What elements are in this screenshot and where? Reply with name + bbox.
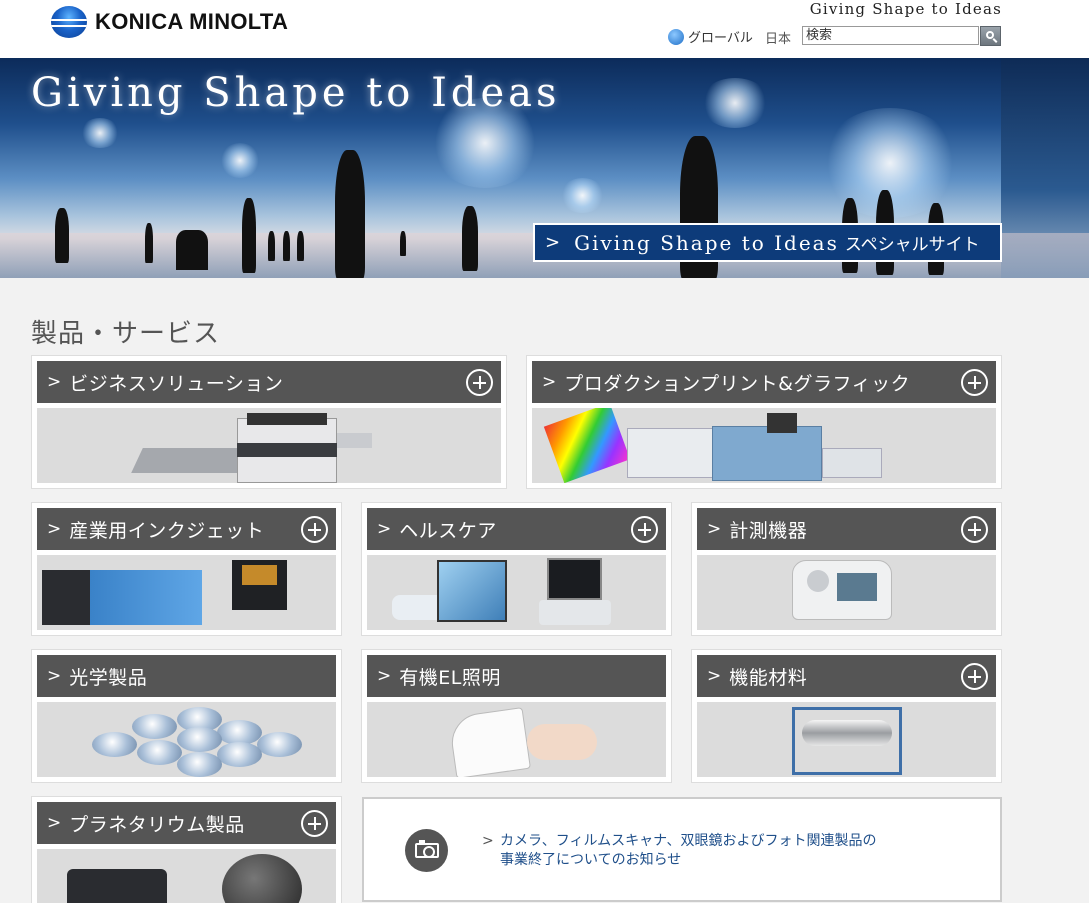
expand-plus-icon[interactable] xyxy=(631,516,658,543)
brand-name: KONICA MINOLTA xyxy=(95,9,289,34)
card-header[interactable]: > 機能材料 xyxy=(697,655,996,697)
card-label: 機能材料 xyxy=(729,666,808,689)
search-button[interactable] xyxy=(980,26,1001,46)
card-industrial-inkjet[interactable]: > 産業用インクジェット xyxy=(31,502,342,636)
card-header[interactable]: > ビジネスソリューション xyxy=(37,361,501,403)
card-label: プラネタリウム製品 xyxy=(69,813,245,836)
card-label: 光学製品 xyxy=(69,666,148,689)
product-image-healthcare-devices xyxy=(367,555,666,630)
special-site-link-label: Giving Shape to Ideas xyxy=(574,230,839,255)
chevron-right-icon: > xyxy=(545,232,561,253)
product-image-spectrophotometer xyxy=(697,555,996,630)
card-header[interactable]: > プラネタリウム製品 xyxy=(37,802,336,844)
card-label: プロダクションプリント&グラフィック xyxy=(564,372,911,395)
card-header[interactable]: > プロダクションプリント&グラフィック xyxy=(532,361,996,403)
card-header[interactable]: > 有機EL照明 xyxy=(367,655,666,697)
chevron-right-icon: > xyxy=(377,519,392,539)
card-label: 有機EL照明 xyxy=(399,666,501,689)
card-label: ビジネスソリューション xyxy=(69,372,284,395)
card-healthcare[interactable]: > ヘルスケア xyxy=(361,502,672,636)
card-label: ヘルスケア xyxy=(399,519,497,542)
camera-icon xyxy=(405,829,448,872)
chevron-right-icon: > xyxy=(707,666,722,686)
chevron-right-icon: > xyxy=(707,519,722,539)
product-image-film-roll xyxy=(697,702,996,777)
card-label: 産業用インクジェット xyxy=(69,519,265,542)
expand-plus-icon[interactable] xyxy=(301,810,328,837)
card-oled-lighting[interactable]: > 有機EL照明 xyxy=(361,649,672,783)
card-header[interactable]: > ヘルスケア xyxy=(367,508,666,550)
card-production-print[interactable]: > プロダクションプリント&グラフィック xyxy=(526,355,1002,489)
search-input[interactable]: 検索 xyxy=(802,26,979,45)
chevron-right-icon: > xyxy=(47,519,62,539)
product-image-planetarium-projector xyxy=(37,849,336,903)
card-business-solutions[interactable]: > ビジネスソリューション xyxy=(31,355,507,489)
expand-plus-icon[interactable] xyxy=(301,516,328,543)
product-image-oled-panel xyxy=(367,702,666,777)
product-image-lenses xyxy=(37,702,336,777)
card-optical-products[interactable]: > 光学製品 xyxy=(31,649,342,783)
search-icon xyxy=(985,31,994,39)
country-label: 日本 xyxy=(765,32,792,47)
global-link-label: グローバル xyxy=(688,31,753,46)
chevron-right-icon: > xyxy=(47,813,62,833)
globe-icon xyxy=(668,28,684,45)
card-functional-materials[interactable]: > 機能材料 xyxy=(691,649,1002,783)
card-header[interactable]: > 計測機器 xyxy=(697,508,996,550)
product-image-inkjet-press xyxy=(37,555,336,630)
expand-plus-icon[interactable] xyxy=(961,663,988,690)
brand-logo[interactable]: KONICA MINOLTA xyxy=(51,6,288,38)
expand-plus-icon[interactable] xyxy=(961,516,988,543)
chevron-right-icon: > xyxy=(542,372,557,392)
chevron-right-icon: > xyxy=(47,372,62,392)
product-image-production-printer xyxy=(532,408,996,483)
special-site-link[interactable]: > Giving Shape to Ideas スペシャルサイト xyxy=(533,223,1002,262)
global-link[interactable]: グローバル xyxy=(668,27,753,46)
special-site-link-suffix: スペシャルサイト xyxy=(844,235,980,255)
notice-line-1: カメラ、フィルムスキャナ、双眼鏡およびフォト関連製品の xyxy=(500,833,877,849)
card-header[interactable]: > 光学製品 xyxy=(37,655,336,697)
card-label: 計測機器 xyxy=(729,519,808,542)
card-planetarium-products[interactable]: > プラネタリウム製品 xyxy=(31,796,342,903)
site-header: KONICA MINOLTA Giving Shape to Ideas グロー… xyxy=(0,0,1089,58)
chevron-right-icon: > xyxy=(377,666,392,686)
expand-plus-icon[interactable] xyxy=(466,369,493,396)
product-image-mfp xyxy=(37,408,501,483)
card-header[interactable]: > 産業用インクジェット xyxy=(37,508,336,550)
globe-logo-icon xyxy=(51,6,87,38)
camera-business-notice: > カメラ、フィルムスキャナ、双眼鏡およびフォト関連製品の 事業終了についてのお… xyxy=(362,797,1002,902)
notice-line-2: 事業終了についてのお知らせ xyxy=(500,852,682,868)
hero-title: Giving Shape to Ideas xyxy=(31,70,561,116)
chevron-right-icon: > xyxy=(482,833,494,849)
header-tagline: Giving Shape to Ideas xyxy=(809,0,1002,18)
hero-banner: Giving Shape to Ideas > Giving Shape to … xyxy=(0,58,1089,278)
expand-plus-icon[interactable] xyxy=(961,369,988,396)
section-title: 製品・サービス xyxy=(31,319,221,349)
chevron-right-icon: > xyxy=(47,666,62,686)
card-measuring-instruments[interactable]: > 計測機器 xyxy=(691,502,1002,636)
notice-link[interactable]: > カメラ、フィルムスキャナ、双眼鏡およびフォト関連製品の 事業終了についてのお… xyxy=(482,832,902,870)
